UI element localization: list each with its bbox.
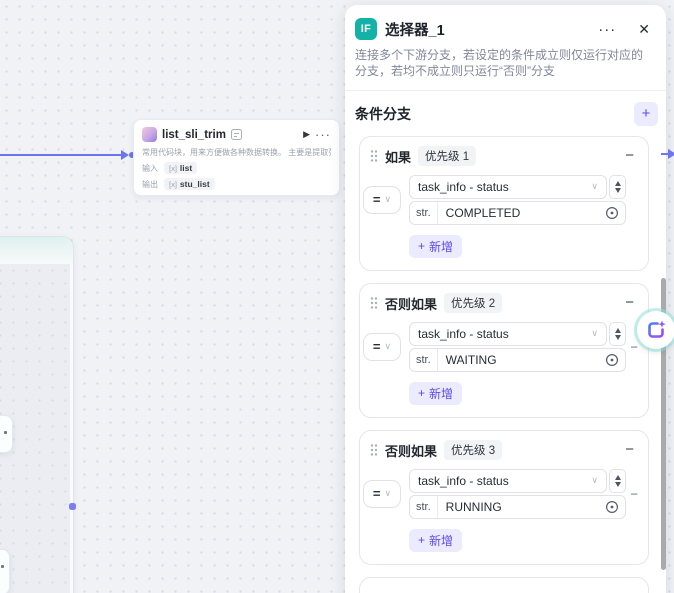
reorder-stepper[interactable] <box>609 175 626 199</box>
partial-node-card[interactable] <box>0 415 13 453</box>
panel-close-button[interactable]: ✕ <box>630 21 652 38</box>
branch-label: 如果 <box>385 147 411 166</box>
add-condition-button[interactable]: + 新增 <box>409 382 462 405</box>
triangle-down-icon <box>615 188 621 193</box>
operator-select[interactable]: = ∨ <box>363 333 401 361</box>
reorder-stepper[interactable] <box>609 322 626 346</box>
remove-condition-button[interactable]: − <box>630 486 638 501</box>
panel-header: IF 选择器_1 ··· ✕ <box>345 5 666 40</box>
triangle-down-icon <box>615 335 621 340</box>
value-input[interactable]: str. RUNNING <box>409 495 626 519</box>
reference-toggle-icon[interactable] <box>605 500 619 514</box>
condition-row: = ∨ task_info - status ∨ <box>363 469 626 519</box>
value-input[interactable]: str. WAITING <box>409 348 626 372</box>
loop-container-header <box>0 237 73 264</box>
chevron-down-icon: ∨ <box>591 475 598 486</box>
value-type-label: str. <box>410 349 438 371</box>
container-output-port[interactable] <box>69 503 76 510</box>
node-output-label: 输出 <box>142 179 158 190</box>
chevron-down-icon: ∨ <box>385 341 392 352</box>
collapse-branch-button[interactable]: − <box>623 296 636 310</box>
input-variable-badge: [x] list <box>164 162 197 174</box>
triangle-up-icon <box>615 475 621 480</box>
value-type-label: str. <box>410 496 438 518</box>
value-type-label: str. <box>410 202 438 224</box>
variable-type-icon: [x] <box>169 180 177 189</box>
panel-title: 选择器_1 <box>385 19 584 40</box>
collapse-branch-button[interactable]: − <box>623 149 636 163</box>
branch-label: 否则如果 <box>385 294 437 313</box>
node-title: list_sli_trim <box>162 129 226 141</box>
node-more-menu-button[interactable]: ··· <box>315 130 331 140</box>
value-input[interactable]: str. COMPLETED <box>409 201 626 225</box>
operator-select[interactable]: = ∨ <box>363 186 401 214</box>
priority-badge: 优先级 3 <box>444 440 502 460</box>
condition-row: = ∨ task_info - status ∨ <box>363 322 626 372</box>
selector-config-panel: IF 选择器_1 ··· ✕ 连接多个下游分支，若设定的条件成立则仅运行对应的分… <box>345 5 666 593</box>
variable-select[interactable]: task_info - status ∨ <box>409 175 607 199</box>
node-description: 常用代码块，用来方便做各种数据转换。 主要是提取列表和列… <box>142 147 331 158</box>
chevron-down-icon: ∨ <box>385 488 392 499</box>
branch-card-elseif-1: 否则如果 优先级 2 − = ∨ task_info - status ∨ <box>359 283 649 418</box>
node-dot-mark <box>1 565 4 568</box>
drag-handle-icon[interactable] <box>370 443 378 457</box>
chevron-down-icon: ∨ <box>591 181 598 192</box>
triangle-up-icon <box>615 181 621 186</box>
condition-branches-title: 条件分支 <box>355 104 411 124</box>
reorder-stepper[interactable] <box>609 469 626 493</box>
connection-edge <box>0 154 122 156</box>
collapse-branch-button[interactable]: − <box>623 443 636 457</box>
variable-select[interactable]: task_info - status ∨ <box>409 322 607 346</box>
ai-sparkle-icon <box>645 319 667 341</box>
drag-handle-icon[interactable] <box>370 149 378 163</box>
code-badge-icon <box>231 129 242 140</box>
remove-condition-button[interactable]: − <box>630 339 638 354</box>
reference-toggle-icon[interactable] <box>605 353 619 367</box>
add-condition-button[interactable]: + 新增 <box>409 235 462 258</box>
priority-badge: 优先级 1 <box>418 146 476 166</box>
node-input-label: 输入 <box>142 163 158 174</box>
output-variable-badge: [x] stu_list <box>164 178 215 190</box>
operator-select[interactable]: = ∨ <box>363 480 401 508</box>
condition-row: = ∨ task_info - status ∨ <box>363 175 626 225</box>
variable-type-icon: [x] <box>169 164 177 173</box>
branch-label: 否则如果 <box>385 441 437 460</box>
ai-assistant-floating-button[interactable] <box>637 311 674 349</box>
chevron-down-icon: ∨ <box>385 194 392 205</box>
reference-toggle-icon[interactable] <box>605 206 619 220</box>
variable-select[interactable]: task_info - status ∨ <box>409 469 607 493</box>
triangle-up-icon <box>615 328 621 333</box>
if-node-type-icon: IF <box>355 18 377 40</box>
branch-card-elseif-2: 否则如果 优先级 3 − = ∨ task_info - status ∨ <box>359 430 649 565</box>
add-branch-button[interactable]: + <box>634 102 658 126</box>
node-avatar <box>142 127 157 142</box>
panel-description: 连接多个下游分支，若设定的条件成立则仅运行对应的分支，若均不成立则只运行“否则”… <box>345 40 666 90</box>
add-condition-button[interactable]: + 新增 <box>409 529 462 552</box>
connection-arrowhead-icon <box>121 150 129 160</box>
chevron-down-icon: ∨ <box>591 328 598 339</box>
priority-badge: 优先级 2 <box>444 293 502 313</box>
connection-arrowhead-right-icon <box>668 149 674 159</box>
loop-container-node[interactable] <box>0 236 74 593</box>
triangle-down-icon <box>615 482 621 487</box>
else-branch-card: 否则 <box>359 577 649 593</box>
panel-more-menu-button[interactable]: ··· <box>592 21 622 38</box>
node-card-list-sli-trim[interactable]: list_sli_trim ▶ ··· 常用代码块，用来方便做各种数据转换。 主… <box>133 119 340 196</box>
partial-node-card[interactable] <box>0 549 10 593</box>
drag-handle-icon[interactable] <box>370 296 378 310</box>
node-dot-mark <box>4 431 7 434</box>
branch-card-if: 如果 优先级 1 − = ∨ task_info - status ∨ <box>359 136 649 271</box>
run-node-button[interactable]: ▶ <box>303 129 310 140</box>
